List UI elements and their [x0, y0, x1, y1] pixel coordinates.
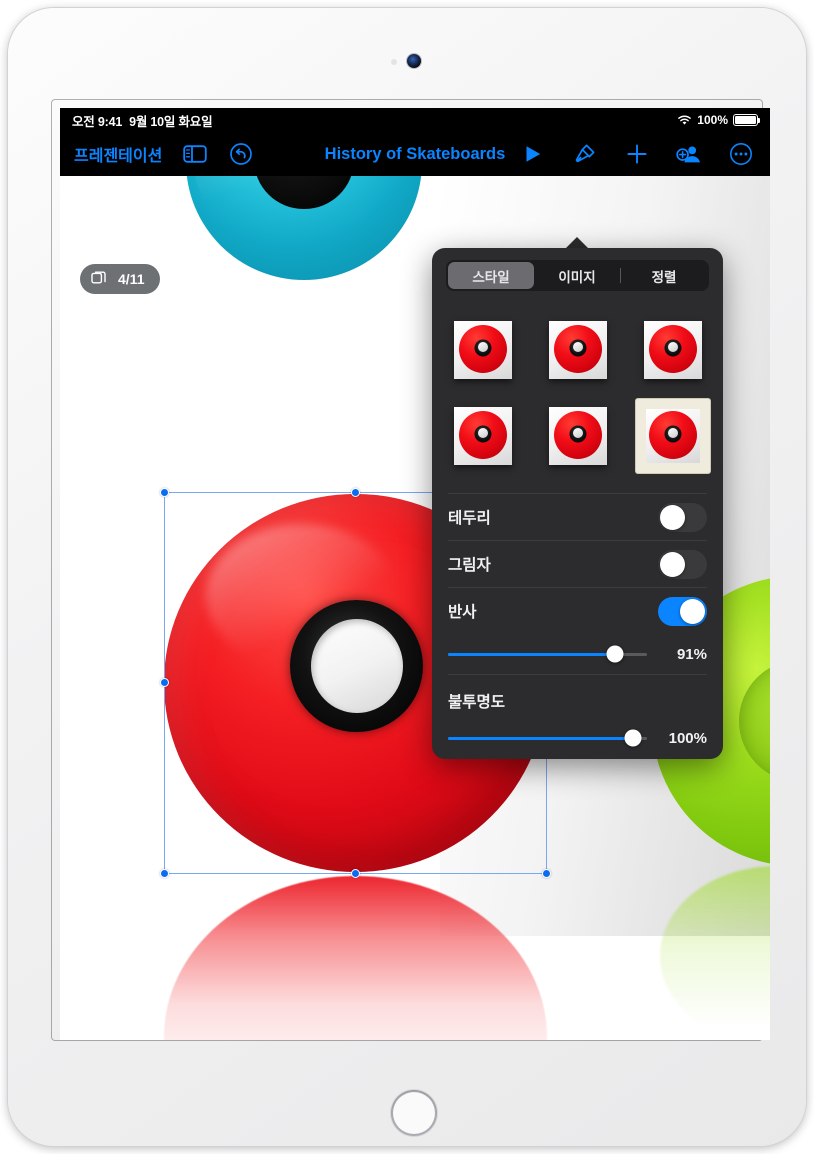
selection-handle-middle-left[interactable] [160, 678, 169, 687]
tab-style[interactable]: 스타일 [448, 262, 534, 289]
home-button[interactable] [391, 1090, 437, 1136]
tab-arrange[interactable]: 정렬 [621, 262, 707, 289]
status-bar-left: 오전 9:41 9월 10일 화요일 [72, 111, 213, 130]
selection-handle-top-left[interactable] [160, 488, 169, 497]
style-preset-grid [432, 313, 723, 473]
add-person-icon[interactable] [676, 141, 702, 167]
reflection-slider[interactable] [448, 645, 647, 663]
slides-stack-icon [91, 269, 108, 289]
toolbar-left-group: 프레젠테이션 [60, 141, 254, 167]
reflection-row: 반사 [448, 587, 707, 634]
reflection-value: 91% [676, 645, 707, 663]
battery-percent-label: 100% [697, 113, 728, 127]
presentations-button[interactable]: 프레젠테이션 [74, 142, 162, 166]
format-popover: 스타일 이미지 정렬 테두리 그림자 반사 91% 불투명도 100% [432, 248, 723, 759]
border-label: 테두리 [448, 510, 491, 527]
ellipsis-circle-icon[interactable] [728, 141, 754, 167]
ambient-light-sensor [391, 59, 397, 65]
opacity-value: 100% [668, 729, 707, 747]
ipad-device-frame: 오전 9:41 9월 10일 화요일 100% History of Skate… [8, 8, 806, 1146]
selection-handle-top-center[interactable] [350, 488, 360, 497]
border-row: 테두리 [448, 493, 707, 540]
style-preset-4[interactable] [446, 399, 520, 473]
shadow-row: 그림자 [448, 540, 707, 587]
status-date: 9월 10일 화요일 [129, 114, 213, 129]
selection-handle-bottom-center[interactable] [350, 869, 360, 878]
reflection-slider-row: 91% [448, 634, 707, 674]
slide-counter-label: 4/11 [118, 271, 145, 287]
tab-image[interactable]: 이미지 [534, 262, 620, 289]
style-preset-6[interactable] [635, 399, 710, 473]
wifi-icon [677, 114, 692, 126]
slide-canvas[interactable]: 4/11 스타일 이미지 정렬 테두리 그림자 반사 91% 불투명도 100% [60, 176, 770, 1040]
style-preset-3[interactable] [636, 313, 710, 387]
paintbrush-icon[interactable] [572, 141, 598, 167]
slide-counter-badge[interactable]: 4/11 [80, 264, 161, 294]
selection-handle-bottom-right[interactable] [542, 869, 551, 878]
format-tabs: 스타일 이미지 정렬 [446, 260, 709, 291]
border-toggle[interactable] [658, 502, 707, 532]
cyan-wheel-image[interactable] [186, 176, 422, 280]
status-bar: 오전 9:41 9월 10일 화요일 100% [60, 108, 770, 132]
shadow-toggle[interactable] [658, 549, 707, 579]
style-preset-5[interactable] [541, 399, 615, 473]
reflection-toggle[interactable] [658, 596, 707, 626]
opacity-row: 불투명도 [448, 684, 707, 718]
toolbar-right-group [520, 141, 770, 167]
opacity-label: 불투명도 [448, 694, 506, 711]
reflection-label: 반사 [448, 604, 477, 621]
style-preset-1[interactable] [446, 313, 520, 387]
battery-full-icon [733, 114, 761, 126]
ipad-screen: 오전 9:41 9월 10일 화요일 100% History of Skate… [60, 108, 770, 1040]
opacity-slider-row: 100% [448, 718, 707, 758]
selection-handle-bottom-left[interactable] [160, 869, 169, 878]
shadow-label: 그림자 [448, 557, 491, 574]
plus-icon[interactable] [624, 141, 650, 167]
play-triangle-icon[interactable] [520, 141, 546, 167]
style-preset-2[interactable] [541, 313, 615, 387]
status-time: 오전 9:41 [72, 114, 123, 129]
undo-arrow-icon[interactable] [228, 141, 254, 167]
status-bar-right: 100% [677, 113, 761, 127]
opacity-slider[interactable] [448, 729, 647, 747]
sidebar-panel-icon[interactable] [182, 141, 208, 167]
front-camera [407, 54, 421, 68]
app-toolbar: History of Skateboards 프레젠테이션 [60, 132, 770, 176]
